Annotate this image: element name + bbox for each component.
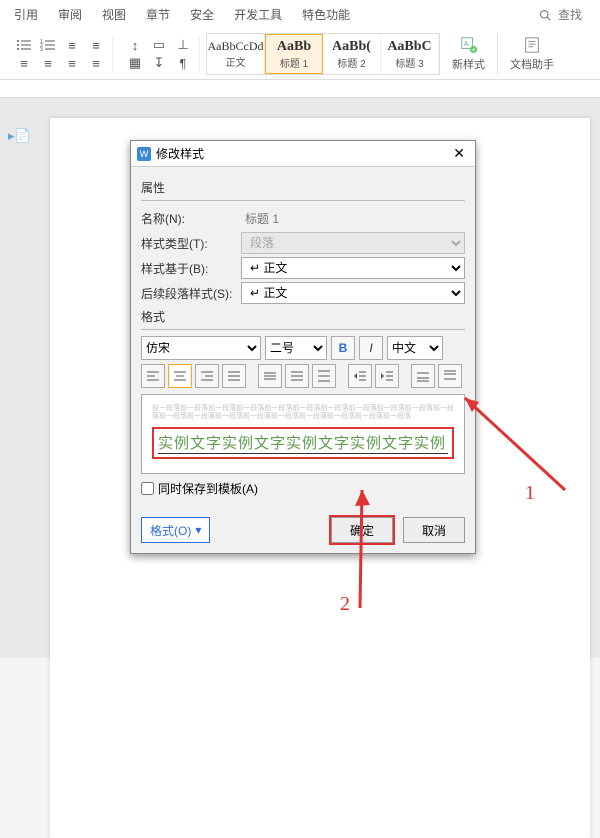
type-label: 样式类型(T): — [141, 235, 241, 252]
align-center-icon[interactable]: ≡ — [38, 54, 58, 72]
indent-dec-button[interactable] — [375, 364, 399, 388]
tab-references[interactable]: 引用 — [10, 4, 42, 25]
based-select[interactable]: ↵ 正文 — [241, 257, 465, 279]
style-label: 标题 3 — [395, 55, 423, 70]
numbering-icon[interactable]: 123 — [38, 36, 58, 54]
indent-inc-button[interactable] — [348, 364, 372, 388]
tab-security[interactable]: 安全 — [186, 4, 218, 25]
svg-text:A: A — [463, 39, 468, 48]
follow-select[interactable]: ↵ 正文 — [241, 282, 465, 304]
align-left-button[interactable] — [141, 364, 165, 388]
para-after-button[interactable] — [438, 364, 462, 388]
search-box[interactable]: 查找 — [535, 2, 590, 27]
ribbon: 引用 审阅 视图 章节 安全 开发工具 特色功能 查找 123 ≡ ≡ ≡ ≡ … — [0, 0, 600, 80]
bullets-icon[interactable] — [14, 36, 34, 54]
tabstop-icon[interactable]: ⊥ — [173, 36, 193, 54]
style-preview: AaBb — [277, 39, 311, 55]
style-preview-box: 前一段落前一段落前一段落前一段落前一段落前一段落前一段落前一段落前一段落前一段落… — [141, 394, 465, 474]
style-label: 标题 1 — [280, 55, 308, 70]
sort-icon[interactable]: ↧ — [149, 54, 169, 72]
app-icon: W — [137, 147, 151, 161]
chevron-down-icon: ▾ — [195, 523, 201, 537]
tab-view[interactable]: 视图 — [98, 4, 130, 25]
doc-assistant-button[interactable]: 文档助手 — [504, 36, 560, 72]
save-template-checkbox[interactable] — [141, 482, 154, 495]
toolbar: 123 ≡ ≡ ≡ ≡ ≡ ≡ ↕ ▭ ⊥ ▦ ↧ ¶ — [0, 29, 600, 79]
follow-label: 后续段落样式(S): — [141, 285, 241, 302]
svg-text:+: + — [471, 45, 475, 54]
lang-select[interactable]: 中文 — [387, 336, 443, 360]
section-properties: 属性 — [141, 179, 465, 196]
ruler[interactable] — [0, 80, 600, 98]
styles-gallery[interactable]: AaBbCcDd 正文 AaBb 标题 1 AaBb( 标题 2 AaBbC 标… — [206, 33, 440, 75]
spacing-loose-button[interactable] — [312, 364, 336, 388]
based-label: 样式基于(B): — [141, 260, 241, 277]
type-select: 段落 — [241, 232, 465, 254]
spacing-tight-button[interactable] — [258, 364, 282, 388]
new-style-icon: A+ — [460, 36, 478, 54]
group-paragraph: 123 ≡ ≡ ≡ ≡ ≡ ≡ — [8, 36, 113, 72]
font-row: 仿宋 二号 B I 中文 — [141, 336, 465, 360]
style-heading3[interactable]: AaBbC 标题 3 — [381, 34, 439, 74]
style-normal[interactable]: AaBbCcDd 正文 — [207, 34, 265, 74]
tab-sections[interactable]: 章节 — [142, 4, 174, 25]
font-size-select[interactable]: 二号 — [265, 336, 327, 360]
doc-assistant-icon — [523, 36, 541, 54]
search-label: 查找 — [554, 4, 586, 25]
preview-context-text: 前一段落前一段落前一段落前一段落前一段落前一段落前一段落前一段落前一段落前一段落… — [152, 405, 454, 421]
style-preview: AaBb( — [332, 39, 371, 55]
dialog-body: 属性 名称(N): 标题 1 样式类型(T): 段落 样式基于(B): ↵ 正文… — [131, 167, 475, 511]
italic-button[interactable]: I — [359, 336, 383, 360]
svg-text:3: 3 — [40, 47, 43, 51]
style-heading2[interactable]: AaBb( 标题 2 — [323, 34, 381, 74]
search-icon — [539, 9, 551, 21]
style-label: 正文 — [226, 54, 246, 69]
outline-toggle-icon[interactable]: ▸📄 — [8, 128, 31, 144]
indent-inc-icon[interactable]: ≡ — [86, 36, 106, 54]
tab-special[interactable]: 特色功能 — [298, 4, 354, 25]
format-menu-label: 格式(O) — [150, 522, 191, 539]
bold-button[interactable]: B — [331, 336, 355, 360]
name-label: 名称(N): — [141, 210, 241, 227]
format-menu-button[interactable]: 格式(O) ▾ — [141, 517, 210, 543]
style-preview: AaBbCcDd — [208, 39, 264, 54]
section-format: 格式 — [141, 308, 465, 325]
align-row — [141, 364, 465, 388]
align-justify-button[interactable] — [222, 364, 246, 388]
sample-text: 实例文字实例文字实例文字实例文字实例 — [158, 432, 448, 454]
name-value: 标题 1 — [241, 207, 465, 229]
save-template-label: 同时保存到模板(A) — [158, 480, 258, 497]
align-center-button[interactable] — [168, 364, 192, 388]
align-left-icon[interactable]: ≡ — [14, 54, 34, 72]
doc-assistant-label: 文档助手 — [510, 56, 554, 72]
align-justify-icon[interactable]: ≡ — [86, 54, 106, 72]
align-right-button[interactable] — [195, 364, 219, 388]
titlebar[interactable]: W 修改样式 ✕ — [131, 141, 475, 167]
tab-review[interactable]: 审阅 — [54, 4, 86, 25]
group-para2: ↕ ▭ ⊥ ▦ ↧ ¶ — [119, 36, 200, 72]
tab-devtools[interactable]: 开发工具 — [230, 4, 286, 25]
style-label: 标题 2 — [337, 55, 365, 70]
new-style-label: 新样式 — [452, 56, 485, 72]
para-before-button[interactable] — [411, 364, 435, 388]
close-icon[interactable]: ✕ — [449, 145, 469, 162]
spacing-normal-button[interactable] — [285, 364, 309, 388]
shading-icon[interactable]: ▭ — [149, 36, 169, 54]
annotation-label-2: 2 — [340, 593, 350, 616]
sample-highlight: 实例文字实例文字实例文字实例文字实例 — [152, 427, 454, 459]
dialog-title: 修改样式 — [156, 145, 204, 162]
borders-icon[interactable]: ▦ — [125, 54, 145, 72]
pilcrow-icon[interactable]: ¶ — [173, 54, 193, 72]
annotation-label-1: 1 — [525, 482, 535, 505]
align-right-icon[interactable]: ≡ — [62, 54, 82, 72]
linespacing-icon[interactable]: ↕ — [125, 36, 145, 54]
new-style-button[interactable]: A+ 新样式 — [446, 36, 491, 72]
style-heading1[interactable]: AaBb 标题 1 — [265, 34, 323, 74]
style-preview: AaBbC — [387, 39, 431, 55]
ribbon-tabs: 引用 审阅 视图 章节 安全 开发工具 特色功能 查找 — [0, 0, 600, 29]
annotation-arrow-1 — [455, 390, 575, 500]
annotation-arrow-2 — [300, 480, 420, 620]
font-name-select[interactable]: 仿宋 — [141, 336, 261, 360]
indent-dec-icon[interactable]: ≡ — [62, 36, 82, 54]
